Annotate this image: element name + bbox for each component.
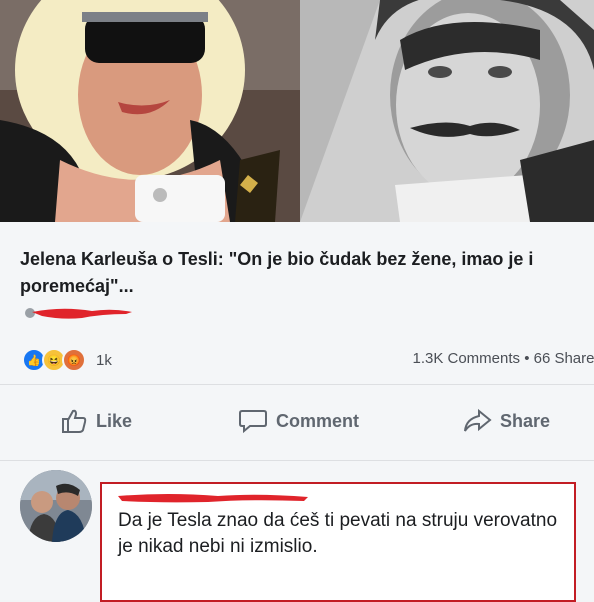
comment-label: Comment — [276, 410, 360, 431]
avatar[interactable] — [20, 470, 92, 542]
redacted-commenter-name — [118, 490, 308, 506]
comment-bubble[interactable]: Da je Tesla znao da ćeš ti pevati na str… — [100, 482, 576, 602]
post-headline[interactable]: Jelena Karleuša o Tesli: "On je bio čuda… — [20, 246, 580, 300]
divider — [0, 384, 594, 385]
thumbs-up-icon — [62, 409, 87, 433]
post-actions: Like Comment Share — [0, 408, 594, 448]
post-card: Jelena Karleuša o Tesli: "On je bio čuda… — [0, 222, 594, 602]
comment-icon — [239, 410, 267, 434]
post-image[interactable] — [0, 0, 594, 222]
comments-shares-count[interactable]: 1.3K Comments • 66 Shares — [412, 350, 594, 367]
redacted-source-name — [22, 302, 142, 324]
share-icon — [464, 408, 492, 432]
comment: Da je Tesla znao da ćeš ti pevati na str… — [0, 470, 594, 602]
share-button[interactable]: Share — [462, 408, 550, 434]
angry-reaction-icon: 😡 — [62, 348, 86, 372]
reaction-count: 1k — [96, 351, 112, 369]
comment-text: Da je Tesla znao da ćeš ti pevati na str… — [118, 510, 558, 557]
like-label: Like — [96, 410, 133, 431]
reactions-summary[interactable]: 👍 😆 😡 1k — [22, 348, 112, 372]
divider — [0, 460, 594, 461]
post-image-collage — [0, 0, 594, 222]
share-label: Share — [500, 410, 551, 431]
comment-button[interactable]: Comment — [238, 408, 359, 434]
like-button[interactable]: Like — [60, 408, 132, 434]
